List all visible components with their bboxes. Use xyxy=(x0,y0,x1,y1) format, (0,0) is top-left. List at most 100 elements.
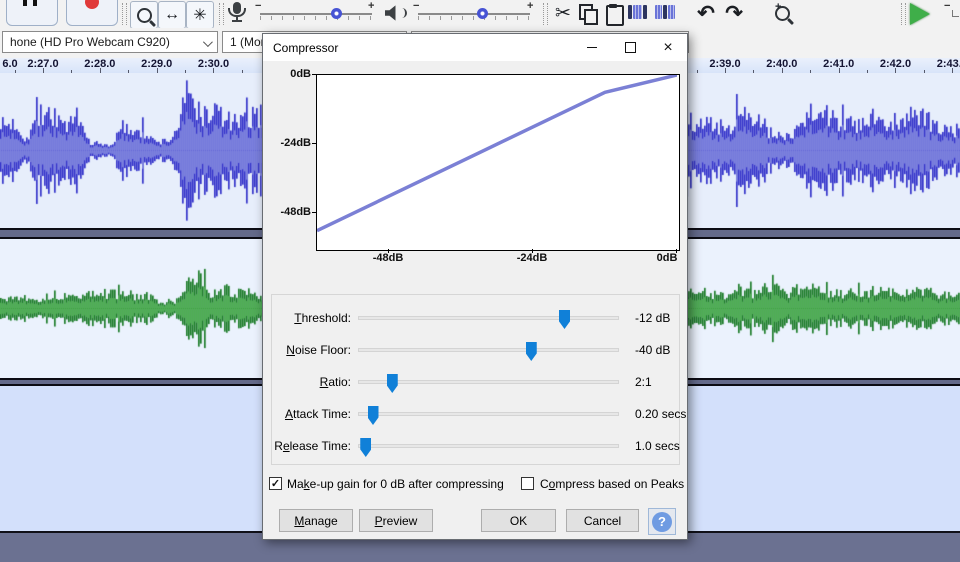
plot-x-tick xyxy=(532,249,533,253)
toolbar-grip[interactable] xyxy=(219,3,224,25)
zoom-in-button[interactable]: + xyxy=(770,1,794,25)
recording-volume-slider[interactable] xyxy=(260,13,372,15)
close-icon: × xyxy=(663,40,672,56)
transport-button-partial[interactable] xyxy=(6,0,58,26)
partial-slider-stub xyxy=(952,10,959,17)
makeup-gain-label: Make-up gain for 0 dB after compressing xyxy=(287,477,504,491)
ruler-label: 6.0 xyxy=(2,58,17,70)
playback-slider-min-label: − xyxy=(413,0,419,12)
attack-time-slider-thumb[interactable] xyxy=(368,406,379,425)
transport-glyph-icon xyxy=(23,0,27,6)
minimize-button[interactable] xyxy=(573,34,611,61)
redo-button[interactable]: ↷ xyxy=(722,1,746,25)
record-icon xyxy=(85,0,99,9)
help-icon: ? xyxy=(652,512,672,532)
partial-slider-min-label: − xyxy=(944,0,950,12)
playback-slider-max-label: + xyxy=(527,0,533,12)
ok-button[interactable]: OK xyxy=(481,509,556,532)
recording-slider-max-label: + xyxy=(368,0,374,12)
record-button-partial[interactable] xyxy=(66,0,118,26)
plot-x-tick-label: 0dB xyxy=(657,252,678,264)
dialog-titlebar[interactable]: Compressor × xyxy=(263,34,687,61)
release-time-slider[interactable] xyxy=(358,444,619,448)
noise-floor-slider[interactable] xyxy=(358,348,619,352)
plot-y-tick xyxy=(312,74,316,75)
release-time-value: 1.0 secs xyxy=(635,439,680,453)
playback-slider-ticks xyxy=(418,16,530,20)
recording-device-dropdown[interactable]: hone (HD Pro Webcam C920) xyxy=(2,31,218,53)
attack-time-value: 0.20 secs xyxy=(635,407,686,421)
check-icon: ✓ xyxy=(271,477,280,490)
toolbar-grip[interactable] xyxy=(543,3,548,25)
speaker-icon xyxy=(385,5,407,23)
silence-audio-button[interactable] xyxy=(655,5,675,19)
playback-volume-slider[interactable] xyxy=(418,13,530,15)
manage-button[interactable]: Manage xyxy=(279,509,353,532)
minimize-icon xyxy=(587,47,597,48)
compress-peaks-checkbox[interactable] xyxy=(521,477,534,490)
main-toolbar: ↔ ✳ − + − + ✂ ↶ ↷ + − ↔ ⊢⊣ − xyxy=(0,0,960,29)
trim-audio-button[interactable] xyxy=(628,5,647,19)
plot-x-tick xyxy=(388,249,389,253)
timeshift-tool-button[interactable]: ↔ xyxy=(158,1,186,29)
plot-y-tick-label: -24dB xyxy=(267,137,311,149)
magnifier-icon xyxy=(137,8,152,23)
cut-button[interactable]: ✂ xyxy=(552,2,574,24)
recording-device-value: hone (HD Pro Webcam C920) xyxy=(10,35,170,49)
ratio-slider[interactable] xyxy=(358,380,619,384)
threshold-value: -12 dB xyxy=(635,311,670,325)
maximize-button[interactable] xyxy=(611,34,649,61)
plot-y-tick-label: -48dB xyxy=(267,206,311,218)
threshold-slider-thumb[interactable] xyxy=(559,310,570,329)
close-button[interactable]: × xyxy=(649,34,687,61)
attack-time-label: Attack Time: xyxy=(263,407,351,421)
noise-floor-slider-thumb[interactable] xyxy=(526,342,537,361)
makeup-gain-checkbox[interactable]: ✓ xyxy=(269,477,282,490)
attack-time-slider[interactable] xyxy=(358,412,619,416)
multitool-icon: ✳ xyxy=(193,5,206,25)
release-time-slider-thumb[interactable] xyxy=(360,438,371,457)
playback-volume-thumb[interactable] xyxy=(477,8,488,19)
plot-x-tick xyxy=(676,249,677,253)
microphone-icon xyxy=(228,2,246,22)
multi-tool-button[interactable]: ✳ xyxy=(186,1,214,29)
noise-floor-value: -40 dB xyxy=(635,343,670,357)
transport-glyph-icon xyxy=(33,0,37,6)
cancel-button[interactable]: Cancel xyxy=(566,509,639,532)
undo-button[interactable]: ↶ xyxy=(694,1,718,25)
play-icon xyxy=(910,3,930,25)
zoom-tool-button[interactable] xyxy=(130,1,158,29)
dialog-title: Compressor xyxy=(273,41,338,55)
plot-y-tick xyxy=(312,212,316,213)
paste-button[interactable] xyxy=(604,4,626,26)
play-button[interactable] xyxy=(910,3,930,25)
release-time-label: Release Time: xyxy=(263,439,351,453)
ruler-label: 2:43.0 xyxy=(937,58,960,70)
threshold-label: Threshold: xyxy=(263,311,351,325)
trim-audio-icon xyxy=(628,5,632,19)
toolbar-grip[interactable] xyxy=(901,3,906,25)
redo-icon: ↷ xyxy=(725,1,743,26)
paste-icon xyxy=(606,5,624,26)
plot-x-tick-label: -24dB xyxy=(517,252,548,264)
compress-peaks-label: Compress based on Peaks xyxy=(540,477,684,491)
preview-button[interactable]: Preview xyxy=(359,509,433,532)
scissors-icon: ✂ xyxy=(555,2,571,25)
undo-icon: ↶ xyxy=(697,1,715,26)
compression-curve-line xyxy=(317,75,677,231)
ratio-slider-thumb[interactable] xyxy=(387,374,398,393)
threshold-slider[interactable] xyxy=(358,316,619,320)
noise-floor-label: Noise Floor: xyxy=(263,343,351,357)
ratio-label: Ratio: xyxy=(263,375,351,389)
toolbar-grip[interactable] xyxy=(122,3,127,25)
recording-slider-ticks xyxy=(260,16,372,20)
copy-button[interactable] xyxy=(578,3,600,25)
compression-curve-plot xyxy=(316,74,680,251)
copy-icon xyxy=(579,4,599,24)
ratio-value: 2:1 xyxy=(635,375,652,389)
help-button[interactable]: ? xyxy=(648,508,676,535)
chevron-down-icon xyxy=(203,37,213,47)
plot-y-tick-label: 0dB xyxy=(267,68,311,80)
plot-y-tick xyxy=(312,143,316,144)
maximize-icon xyxy=(625,42,636,53)
